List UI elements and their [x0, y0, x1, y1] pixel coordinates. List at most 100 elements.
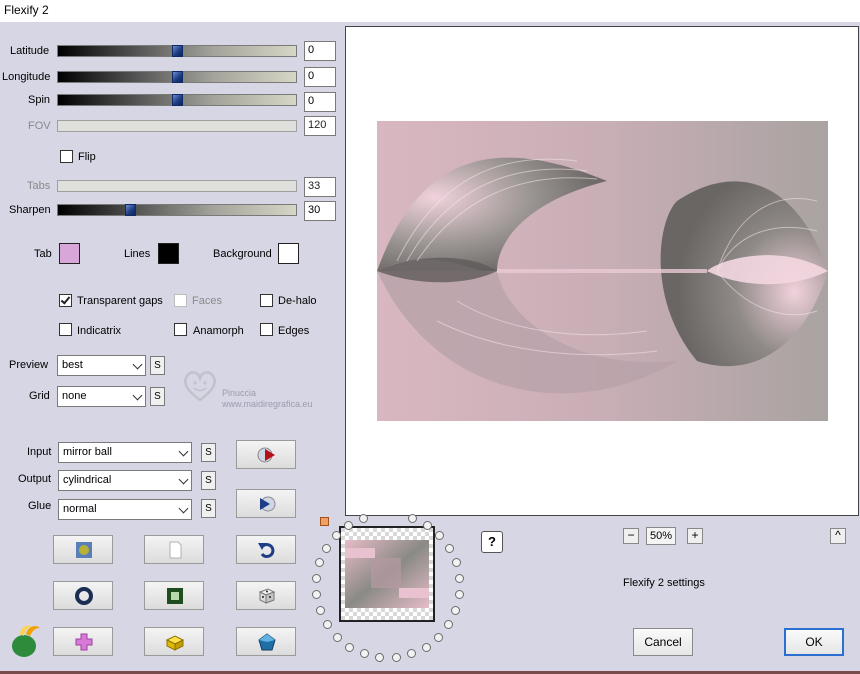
dehalo-checkbox[interactable]	[260, 294, 273, 307]
tabs-slider	[57, 180, 297, 192]
longitude-label: Longitude	[2, 71, 51, 83]
tab-color-swatch[interactable]	[59, 243, 80, 264]
preset-slot-dot[interactable]	[444, 543, 454, 553]
cancel-button[interactable]: Cancel	[633, 628, 693, 656]
block-shape-button[interactable]	[144, 627, 204, 656]
preset-slot-dot[interactable]	[311, 573, 321, 583]
preset-slot-dot[interactable]	[391, 653, 401, 663]
latitude-slider-thumb[interactable]	[172, 45, 183, 57]
preset-slot-dot[interactable]	[315, 558, 325, 568]
latitude-label: Latitude	[10, 45, 50, 57]
zoom-in-button[interactable]: +	[687, 528, 703, 544]
play-disc-blue-icon	[260, 496, 276, 512]
sharpen-field[interactable]: 30	[304, 201, 336, 221]
pink-cross-icon	[75, 633, 93, 651]
watermark-url: www.maidiregrafica.eu	[222, 399, 313, 409]
preview-s-button[interactable]: S	[150, 356, 165, 375]
polyhedron-shape-button[interactable]	[236, 627, 296, 656]
preset-slot-dot[interactable]	[434, 632, 444, 642]
preset-slot-dot[interactable]	[455, 573, 465, 583]
settings-caption: Flexify 2 settings	[623, 577, 705, 589]
longitude-field[interactable]: 0	[304, 67, 336, 87]
output-select[interactable]: cylindrical	[58, 470, 192, 491]
chevron-down-icon	[178, 474, 189, 485]
spin-slider-thumb[interactable]	[172, 94, 183, 106]
output-s-button[interactable]: S	[201, 471, 216, 490]
preset-slot-dot[interactable]	[444, 620, 454, 630]
frame-shape-button[interactable]	[144, 581, 204, 610]
ring-shape-button[interactable]	[53, 581, 113, 610]
output-select-label: Output	[18, 473, 52, 485]
glue-select-label: Glue	[28, 500, 52, 512]
faces-label: Faces	[192, 295, 222, 307]
spin-slider[interactable]	[57, 94, 297, 106]
faces-checkbox	[174, 294, 187, 307]
flip-label: Flip	[78, 151, 96, 163]
input-select-value: mirror ball	[63, 446, 112, 458]
grid-s-button[interactable]: S	[150, 387, 165, 406]
preset-slot-dot[interactable]	[434, 531, 444, 541]
longitude-slider-thumb[interactable]	[172, 71, 183, 83]
preset-slot-dot[interactable]	[407, 649, 417, 659]
random-dice-button[interactable]	[236, 581, 296, 610]
preset-slot-dot[interactable]	[375, 653, 385, 663]
zoom-out-button[interactable]: −	[623, 528, 639, 544]
preview-canvas[interactable]	[345, 26, 859, 516]
play-disc-icon	[257, 447, 275, 463]
preset-thumbnail[interactable]	[339, 526, 435, 622]
background-color-swatch[interactable]	[278, 243, 299, 264]
dice-icon	[258, 588, 276, 604]
play-preview-button[interactable]	[236, 440, 296, 469]
pentagon-gem-icon	[258, 633, 276, 651]
sharpen-slider[interactable]	[57, 204, 297, 216]
tabs-label: Tabs	[27, 180, 51, 192]
indicatrix-checkbox[interactable]	[59, 323, 72, 336]
glue-select[interactable]: normal	[58, 499, 192, 520]
spin-field[interactable]: 0	[304, 92, 336, 112]
input-s-button[interactable]: S	[201, 443, 216, 462]
sharpen-slider-thumb[interactable]	[125, 204, 136, 216]
glue-s-button[interactable]: S	[201, 499, 216, 518]
preset-thumbnail-image	[341, 528, 433, 620]
preview-select[interactable]: best	[57, 355, 146, 376]
help-button[interactable]: ?	[481, 531, 503, 553]
grid-select[interactable]: none	[57, 386, 146, 407]
preset-ring-marker[interactable]	[320, 517, 329, 526]
transparent-gaps-checkbox[interactable]	[59, 294, 72, 307]
preset-slot-dot[interactable]	[359, 649, 369, 659]
lines-color-swatch[interactable]	[158, 243, 179, 264]
window-title: Flexify 2	[0, 0, 860, 22]
preset-slot-dot[interactable]	[345, 642, 355, 652]
preset-slot-dot[interactable]	[451, 558, 461, 568]
preset-slot-dot[interactable]	[408, 513, 418, 523]
latitude-slider[interactable]	[57, 45, 297, 57]
grid-select-value: none	[62, 390, 87, 402]
render-forward-button[interactable]	[236, 489, 296, 518]
cross-shape-button[interactable]	[53, 627, 113, 656]
preset-slot-dot[interactable]	[322, 620, 332, 630]
preset-slot-dot[interactable]	[315, 605, 325, 615]
preset-slot-dot[interactable]	[451, 605, 461, 615]
anamorph-checkbox[interactable]	[174, 323, 187, 336]
grid-select-label: Grid	[29, 390, 50, 402]
latitude-field[interactable]: 0	[304, 41, 336, 61]
randomize-image-button[interactable]	[53, 535, 113, 564]
preset-slot-dot[interactable]	[454, 590, 464, 600]
glue-select-value: normal	[63, 503, 97, 515]
edges-checkbox[interactable]	[260, 323, 273, 336]
preset-slot-dot[interactable]	[421, 642, 431, 652]
preset-slot-dot[interactable]	[358, 513, 368, 523]
preset-slot-dot[interactable]	[422, 520, 432, 530]
preset-slot-dot[interactable]	[322, 543, 332, 553]
preset-slot-dot[interactable]	[312, 590, 321, 600]
longitude-slider[interactable]	[57, 71, 297, 83]
input-select[interactable]: mirror ball	[58, 442, 192, 463]
collapse-button[interactable]: ^	[830, 528, 846, 544]
ok-button[interactable]: OK	[784, 628, 844, 656]
undo-button[interactable]	[236, 535, 296, 564]
preview-select-label: Preview	[9, 359, 49, 371]
preset-slot-dot[interactable]	[332, 632, 342, 642]
new-document-button[interactable]	[144, 535, 204, 564]
flip-checkbox[interactable]	[60, 150, 73, 163]
preview-select-value: best	[62, 359, 83, 371]
